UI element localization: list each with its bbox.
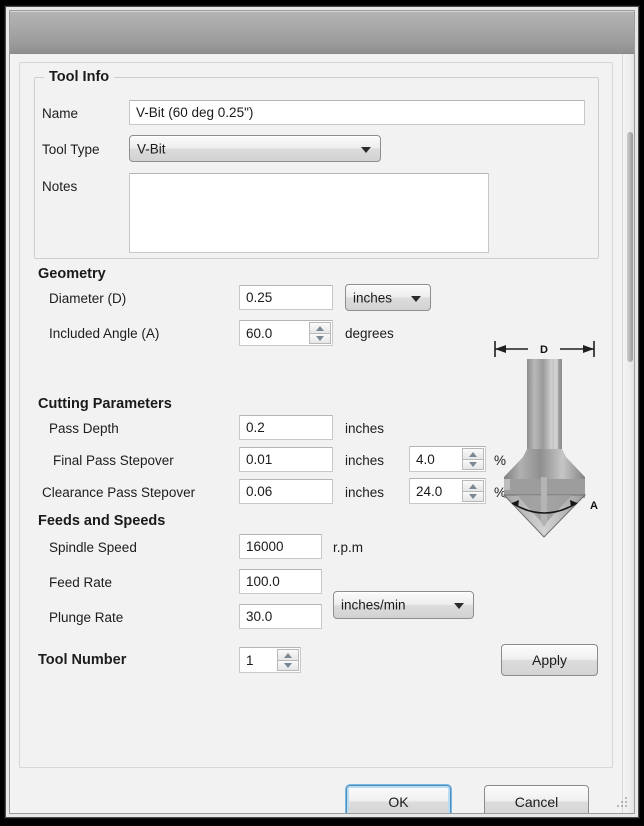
clearance-pass-stepover-percent-stepper[interactable]: [409, 478, 486, 504]
final-pass-stepover-percent-stepper[interactable]: [409, 446, 486, 472]
ok-button-label: OK: [388, 793, 409, 810]
spin-up-icon[interactable]: [462, 480, 484, 491]
ok-button[interactable]: OK: [346, 785, 451, 813]
vertical-scrollbar[interactable]: [622, 54, 634, 813]
apply-button[interactable]: Apply: [501, 644, 598, 676]
feeds-and-speeds-section-title: Feeds and Speeds: [38, 513, 166, 529]
final-pass-stepover-percent-input[interactable]: [410, 447, 461, 471]
clearance-pass-stepover-percent-input[interactable]: [410, 479, 461, 503]
final-pass-stepover-input[interactable]: [239, 447, 333, 472]
diameter-units-value: inches: [353, 290, 393, 305]
notes-label: Notes: [42, 179, 78, 194]
clearance-percent-spin-buttons[interactable]: [462, 480, 484, 502]
rate-units-value: inches/min: [341, 597, 406, 613]
tool-type-label: Tool Type: [42, 142, 100, 157]
tool-info-group-title: Tool Info: [44, 69, 115, 85]
included-angle-label: Included Angle (A): [49, 326, 160, 341]
final-percent-spin-buttons[interactable]: [462, 448, 484, 470]
plunge-rate-label: Plunge Rate: [49, 610, 124, 625]
spindle-speed-label: Spindle Speed: [49, 540, 137, 555]
dialog-frame: Tool Info Name Tool Type V-Bit Notes Geo…: [9, 10, 635, 814]
scrollbar-thumb[interactable]: [627, 132, 633, 362]
tool-type-dropdown-value: V-Bit: [137, 141, 166, 156]
spin-down-icon[interactable]: [462, 491, 484, 502]
resize-grip-icon[interactable]: [615, 795, 628, 808]
final-pass-stepover-units: inches: [345, 453, 385, 468]
angle-marker-label: A: [590, 500, 598, 512]
dialog-client-area: Tool Info Name Tool Type V-Bit Notes Geo…: [10, 54, 634, 813]
spin-down-icon[interactable]: [277, 660, 299, 671]
spin-up-icon[interactable]: [277, 649, 299, 660]
spindle-speed-input[interactable]: [239, 534, 322, 559]
included-angle-input[interactable]: [240, 321, 308, 345]
chevron-down-icon: [361, 146, 371, 153]
tool-number-label: Tool Number: [38, 652, 127, 668]
diameter-label: Diameter (D): [49, 291, 127, 306]
spin-down-icon[interactable]: [309, 333, 331, 344]
included-angle-units: degrees: [345, 326, 394, 341]
pass-depth-input[interactable]: [239, 415, 333, 440]
clearance-pass-stepover-units: inches: [345, 485, 385, 500]
clearance-pass-stepover-label: Clearance Pass Stepover: [42, 485, 196, 500]
title-bar[interactable]: [10, 11, 634, 54]
diameter-marker-label: D: [540, 344, 548, 356]
spin-up-icon[interactable]: [309, 322, 331, 333]
rate-units-dropdown[interactable]: inches/min: [333, 591, 474, 619]
tool-editor-dialog: Tool Info Name Tool Type V-Bit Notes Geo…: [5, 6, 639, 818]
feed-rate-input[interactable]: [239, 569, 322, 594]
chevron-down-icon: [411, 295, 421, 302]
cancel-button-label: Cancel: [514, 793, 559, 810]
clearance-pass-stepover-input[interactable]: [239, 479, 333, 504]
tool-type-dropdown[interactable]: V-Bit: [129, 135, 381, 162]
geometry-section-title: Geometry: [38, 266, 106, 282]
name-input[interactable]: [129, 100, 585, 125]
settings-panel: Tool Info Name Tool Type V-Bit Notes Geo…: [19, 62, 613, 768]
pass-depth-label: Pass Depth: [49, 421, 119, 436]
v-bit-diagram: D A: [486, 337, 612, 559]
apply-button-label: Apply: [531, 652, 568, 668]
tool-number-stepper[interactable]: [239, 647, 301, 673]
cutting-parameters-section-title: Cutting Parameters: [38, 396, 172, 412]
tool-number-input[interactable]: [240, 648, 276, 672]
feed-rate-label: Feed Rate: [49, 575, 113, 590]
diameter-units-dropdown[interactable]: inches: [345, 284, 431, 311]
included-angle-spin-buttons[interactable]: [309, 322, 331, 344]
cancel-button[interactable]: Cancel: [484, 785, 589, 813]
pass-depth-units: inches: [345, 421, 385, 436]
spin-up-icon[interactable]: [462, 448, 484, 459]
spindle-speed-units: r.p.m: [333, 540, 364, 555]
chevron-down-icon: [454, 603, 464, 609]
final-pass-stepover-label: Final Pass Stepover: [53, 453, 174, 468]
tool-number-spin-buttons[interactable]: [277, 649, 299, 671]
plunge-rate-input[interactable]: [239, 604, 322, 629]
included-angle-stepper[interactable]: [239, 320, 333, 346]
notes-textarea[interactable]: [129, 173, 489, 253]
name-label: Name: [42, 106, 79, 121]
spin-down-icon[interactable]: [462, 459, 484, 470]
diameter-input[interactable]: [239, 285, 333, 310]
